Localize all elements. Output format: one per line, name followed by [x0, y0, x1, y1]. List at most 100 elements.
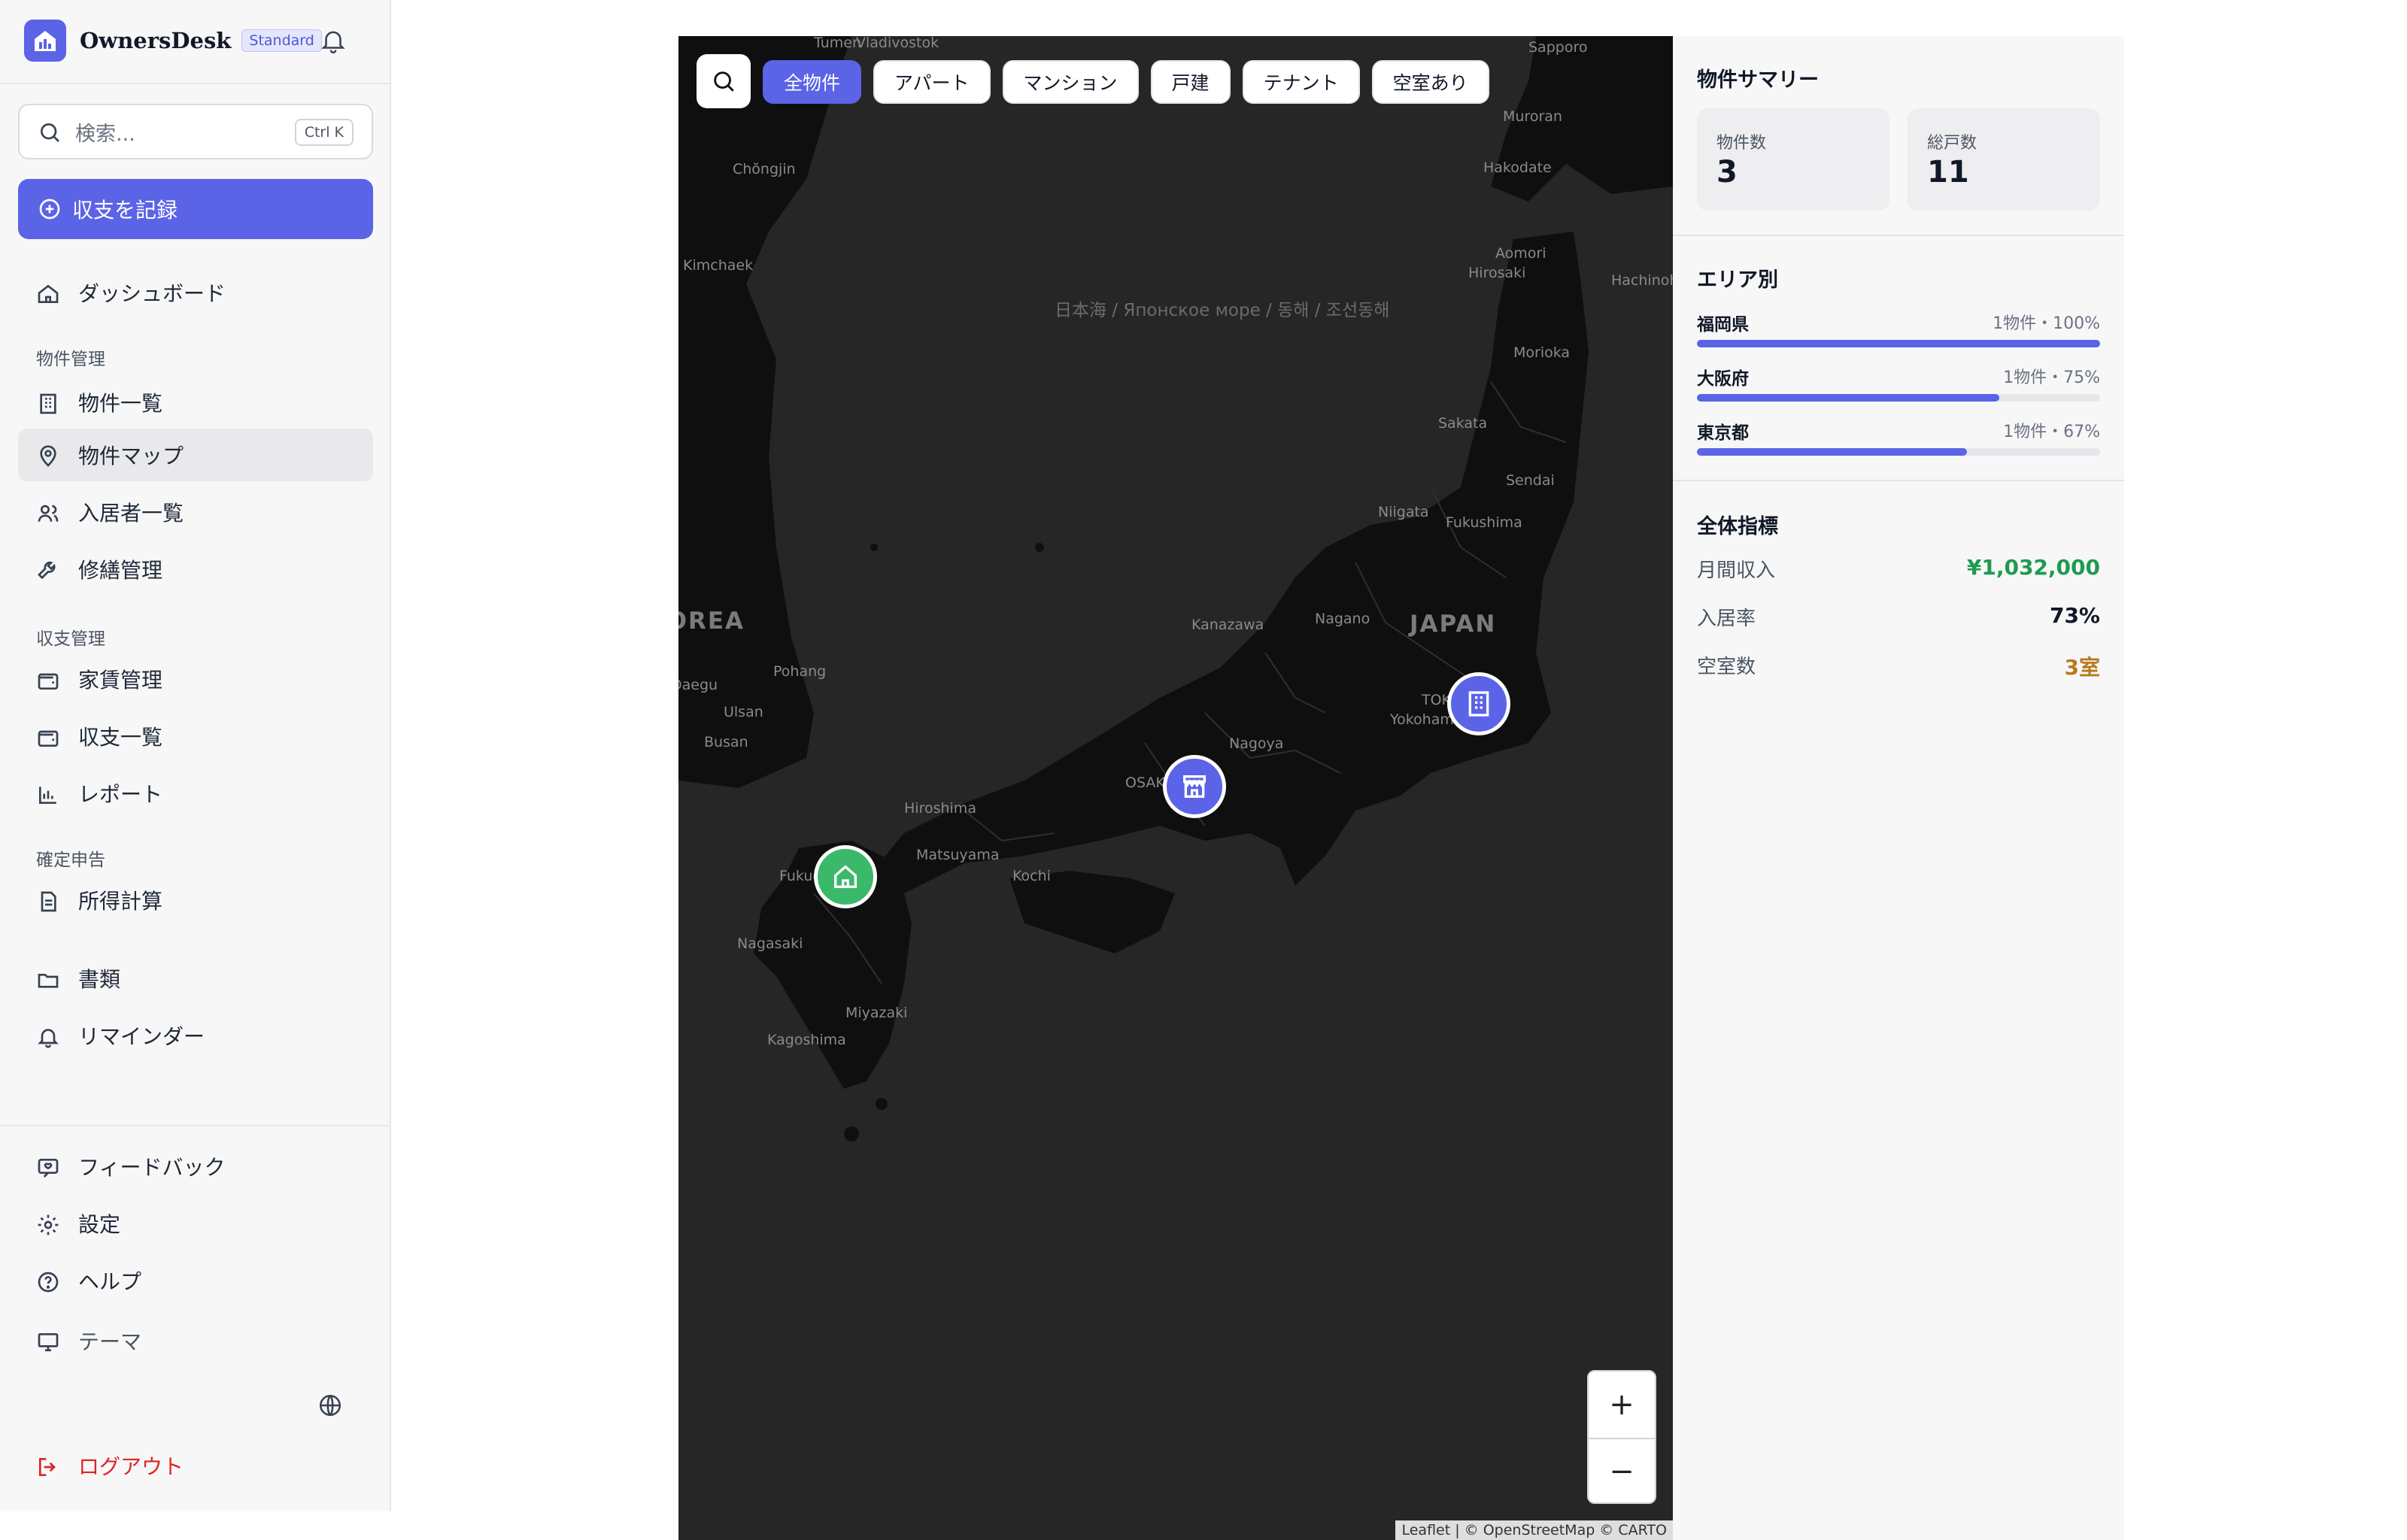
notification-bell-icon[interactable] — [319, 26, 348, 59]
sidebar-divider — [0, 1125, 391, 1126]
area-meta: 1物件・75% — [2003, 368, 2100, 387]
feedback-icon — [38, 1159, 59, 1178]
bar-chart-icon — [39, 787, 56, 804]
map-label: Chŏngjin — [733, 161, 796, 177]
zoom-in-button[interactable]: + — [1589, 1372, 1655, 1438]
search-icon — [714, 71, 734, 92]
area-progress-fill — [1697, 448, 1968, 456]
area-name: 大阪府 — [1697, 369, 1749, 389]
map-label: Muroran — [1503, 108, 1562, 125]
nav-theme[interactable]: テーマ — [18, 1314, 373, 1367]
nav-reminder[interactable]: リマインダー — [18, 1009, 373, 1062]
nav-income-calc[interactable]: 所得計算 — [18, 874, 373, 926]
vacancy-value: 3室 — [2064, 655, 2100, 680]
property-pin-osaka[interactable] — [1163, 755, 1226, 818]
gear-icon — [38, 1214, 59, 1235]
nav-help[interactable]: ヘルプ — [18, 1254, 373, 1307]
occupancy-row: 入居率 73% — [1697, 603, 2100, 633]
building-icon — [1468, 691, 1489, 717]
map-label: Kochi — [1012, 868, 1051, 884]
monitor-icon — [38, 1333, 59, 1351]
house-icon — [834, 865, 857, 888]
panel-divider — [1673, 480, 2124, 481]
plan-badge: Standard — [241, 29, 322, 52]
home-icon — [38, 284, 59, 303]
area-progress — [1697, 340, 2100, 347]
nav-income-list[interactable]: 収支一覧 — [18, 710, 373, 762]
nav-feedback[interactable]: フィードバック — [18, 1140, 373, 1193]
property-count-label: 物件数 — [1716, 134, 1767, 153]
users-icon — [38, 505, 59, 522]
overall-title: 全体指標 — [1697, 515, 1778, 538]
nav-dashboard[interactable]: ダッシュボード — [18, 266, 373, 319]
nav-tenant-list[interactable]: 入居者一覧 — [18, 486, 373, 538]
sidebar: OwnersDesk Standard 検索... Ctrl K 収支を記録 ダ… — [0, 0, 391, 1511]
monthly-income-row: 月間収入 ¥1,032,000 — [1697, 555, 2100, 585]
map-label: Kimchaek — [683, 257, 754, 274]
map-label: Matsuyama — [916, 847, 1000, 863]
property-map[interactable]: Tumen Vladivostok Sapporo Muroran Chŏngj… — [678, 36, 1673, 1540]
nav-report[interactable]: レポート — [18, 767, 373, 820]
map-label: Kanazawa — [1191, 617, 1264, 633]
help-icon — [38, 1272, 59, 1293]
occupancy-value: 73% — [2049, 603, 2100, 628]
map-label: JAPAN — [1410, 611, 1497, 638]
bell-icon — [38, 1029, 59, 1048]
map-label: Nagoya — [1229, 735, 1284, 752]
filter-all[interactable]: 全物件 — [763, 60, 862, 104]
record-income-button[interactable]: 収支を記録 — [18, 179, 373, 239]
map-pin-icon — [40, 445, 56, 467]
panel-divider — [1673, 235, 2124, 236]
property-count-card: 物件数 3 — [1697, 108, 1889, 211]
language-globe-icon[interactable] — [317, 1393, 343, 1421]
filter-tenant[interactable]: テナント — [1242, 60, 1360, 104]
map-attribution[interactable]: Leaflet | © OpenStreetMap © CARTO — [1395, 1520, 1673, 1540]
nav-repair[interactable]: 修繕管理 — [18, 543, 373, 596]
map-label: Vladivostok — [856, 36, 939, 51]
sea-label: 日本海 / Японское море / 동해 / 조선동해 — [1055, 301, 1389, 320]
logout-button[interactable]: ログアウト — [18, 1439, 373, 1492]
map-label: Hiroshima — [904, 800, 976, 817]
nav-documents-label: 書類 — [78, 967, 121, 992]
nav-settings[interactable]: 設定 — [18, 1197, 373, 1250]
nav-property-list[interactable]: 物件一覧 — [18, 376, 373, 429]
search-icon — [41, 123, 59, 142]
area-meta: 1物件・100% — [1993, 314, 2100, 333]
zoom-control: + − — [1587, 1370, 1656, 1504]
area-name: 福岡県 — [1697, 315, 1749, 335]
nav-report-label: レポート — [78, 782, 163, 807]
nav-feedback-label: フィードバック — [78, 1155, 226, 1180]
nav-property-map[interactable]: 物件マップ — [18, 429, 373, 481]
map-label: Niigata — [1378, 504, 1429, 520]
property-pin-fukuoka[interactable] — [814, 845, 877, 908]
vacancy-row: 空室数 3室 — [1697, 651, 2100, 681]
summary-title: 物件サマリー — [1697, 68, 1819, 92]
zoom-out-button[interactable]: − — [1589, 1438, 1655, 1504]
map-label: Aomori — [1495, 245, 1546, 262]
map-search-button[interactable] — [697, 54, 751, 108]
filter-mansion[interactable]: マンション — [1002, 60, 1139, 104]
nav-documents[interactable]: 書類 — [18, 952, 373, 1005]
app-logo-icon — [24, 20, 66, 62]
nav-rent-label: 家賃管理 — [78, 668, 163, 693]
section-property: 物件管理 — [36, 350, 105, 369]
filter-apartment[interactable]: アパート — [873, 60, 991, 104]
property-pin-tokyo[interactable] — [1447, 672, 1510, 735]
folder-icon — [38, 974, 59, 988]
map-label: Hakodate — [1483, 159, 1552, 176]
map-label: Sapporo — [1528, 39, 1588, 56]
map-label: Fukushima — [1446, 514, 1522, 531]
search-placeholder: 検索... — [75, 122, 135, 146]
map-label: Kagoshima — [767, 1032, 846, 1048]
filter-vacant[interactable]: 空室あり — [1371, 60, 1489, 104]
vacancy-label: 空室数 — [1697, 656, 1756, 678]
brand[interactable]: OwnersDesk Standard — [24, 20, 322, 62]
filter-house[interactable]: 戸建 — [1150, 60, 1231, 104]
nav-income-list-label: 収支一覧 — [78, 725, 163, 750]
map-label: Nagano — [1315, 611, 1370, 627]
unit-count-label: 総戸数 — [1927, 134, 1978, 153]
nav-rent[interactable]: 家賃管理 — [18, 653, 373, 705]
search-input[interactable]: 検索... Ctrl K — [18, 104, 373, 159]
map-label: Hachinohe — [1611, 272, 1673, 289]
nav-theme-label: テーマ — [78, 1329, 142, 1354]
